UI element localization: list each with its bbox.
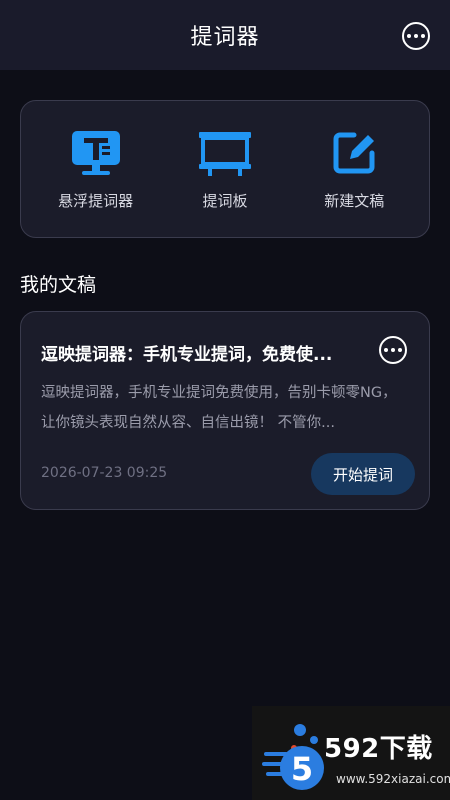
document-more-icon[interactable] [379,336,407,364]
edit-document-icon [326,128,382,178]
prompter-board-icon [197,128,253,178]
site-watermark: 5 592下载 www.592xiazai.com [252,706,450,800]
tools-card: 悬浮提词器 提词板 新建文稿 [20,100,430,238]
top-bar: 提词器 [0,0,450,70]
tool-label: 悬浮提词器 [58,191,134,210]
my-documents-heading: 我的文稿 [20,274,97,296]
tool-new-document[interactable]: 新建文稿 [299,128,409,211]
document-excerpt: 逗映提词器，手机专业提词免费使用，告别卡顿零NG，让你镜头表现自然从容、自信出镜… [41,385,397,431]
watermark-logo-icon: 5 [260,714,330,794]
tool-label: 新建文稿 [324,191,385,210]
tool-label: 提词板 [202,191,248,210]
document-card[interactable]: 逗映提词器：手机专业提词，免费使... 逗映提词器，手机专业提词免费使用，告别卡… [20,311,430,510]
tool-prompter-board[interactable]: 提词板 [170,128,280,211]
start-prompting-button[interactable]: 开始提词 [311,453,415,495]
floating-teleprompter-icon [68,128,124,178]
watermark-brand: 592下载 [324,734,433,764]
app-root: 提词器 悬浮提词器 提词板 新建文稿 我的文稿 逗映提词器：手机专业提词，免费使… [0,0,450,800]
document-date: 2026-07-23 09:25 [41,465,168,481]
more-options-icon[interactable] [402,22,430,50]
tool-floating-prompter[interactable]: 悬浮提词器 [41,128,151,211]
document-title: 逗映提词器：手机专业提词，免费使... [41,345,333,365]
svg-text:5: 5 [291,750,313,788]
watermark-url: www.592xiazai.com [336,772,450,786]
page-title: 提词器 [190,25,260,50]
